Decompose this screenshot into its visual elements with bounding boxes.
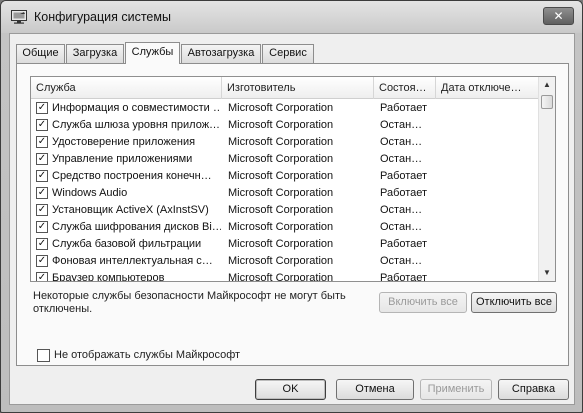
service-checkbox[interactable]: ✓ bbox=[36, 255, 48, 267]
column-header-manufacturer[interactable]: Изготовитель bbox=[222, 77, 374, 99]
service-checkbox[interactable]: ✓ bbox=[36, 272, 48, 281]
manufacturer-cell: Microsoft Corporation bbox=[228, 153, 334, 165]
table-row[interactable]: ✓ Браузер компьютеров Microsoft Corporatio… bbox=[31, 270, 539, 282]
manufacturer-cell: Microsoft Corporation bbox=[228, 221, 334, 233]
service-checkbox[interactable]: ✓ bbox=[36, 238, 48, 250]
service-name-cell: Windows Audio bbox=[52, 187, 128, 199]
service-name-cell: Информация о совместимости … bbox=[52, 102, 221, 114]
services-list[interactable]: Служба Изготовитель Состоя… Дата отключе… bbox=[30, 76, 556, 282]
scrollbar-thumb[interactable] bbox=[541, 95, 553, 109]
service-checkbox[interactable]: ✓ bbox=[36, 136, 48, 148]
hide-microsoft-services-box[interactable] bbox=[37, 349, 50, 362]
cancel-button[interactable]: Отмена bbox=[336, 379, 414, 400]
status-cell: Остан… bbox=[380, 255, 423, 267]
ok-button[interactable]: OK bbox=[255, 379, 326, 400]
table-row[interactable]: ✓ Удостоверение приложения Microsoft Corpo… bbox=[31, 134, 539, 151]
services-list-scrollbar[interactable]: ▲ ▼ bbox=[538, 77, 555, 281]
disable-all-button[interactable]: Отключить все bbox=[471, 292, 557, 313]
table-row[interactable]: ✓ Служба базовой фильтрации Microsoft Corp… bbox=[31, 236, 539, 253]
date-disabled-cell bbox=[442, 202, 537, 219]
manufacturer-cell: Microsoft Corporation bbox=[228, 238, 334, 250]
service-checkbox[interactable]: ✓ bbox=[36, 102, 48, 114]
service-checkbox[interactable]: ✓ bbox=[36, 221, 48, 233]
status-cell: Остан… bbox=[380, 221, 423, 233]
status-cell: Работает bbox=[380, 102, 428, 114]
manufacturer-cell: Microsoft Corporation bbox=[228, 187, 334, 199]
status-cell: Работает bbox=[380, 170, 428, 182]
msconfig-icon bbox=[11, 10, 27, 24]
date-disabled-cell bbox=[442, 134, 537, 151]
manufacturer-cell: Microsoft Corporation bbox=[228, 102, 334, 114]
hide-microsoft-services-label: Не отображать службы Майкрософт bbox=[54, 349, 241, 361]
service-name-cell: Браузер компьютеров bbox=[52, 272, 165, 282]
table-row[interactable]: ✓ Управление приложениями Microsoft Corpor… bbox=[31, 151, 539, 168]
services-list-header: Служба Изготовитель Состоя… Дата отключе… bbox=[31, 77, 539, 99]
date-disabled-cell bbox=[442, 219, 537, 236]
scroll-down-icon[interactable]: ▼ bbox=[539, 265, 555, 281]
date-disabled-cell bbox=[442, 253, 537, 270]
status-cell: Остан… bbox=[380, 119, 423, 131]
close-button[interactable]: ✕ bbox=[543, 7, 574, 25]
tab-services[interactable]: Службы bbox=[125, 42, 180, 64]
status-cell: Работает bbox=[380, 238, 428, 250]
services-tab-panel: Служба Изготовитель Состоя… Дата отключе… bbox=[16, 63, 569, 366]
dialog-client-area: Общие Загрузка Службы Автозагрузка Серви… bbox=[9, 33, 575, 405]
date-disabled-cell bbox=[442, 236, 537, 253]
service-name-cell: Фоновая интеллектуальная с… bbox=[52, 255, 213, 267]
service-name-cell: Служба шифрования дисков Bi… bbox=[52, 221, 221, 233]
manufacturer-cell: Microsoft Corporation bbox=[228, 272, 334, 282]
service-checkbox[interactable]: ✓ bbox=[36, 119, 48, 131]
enable-all-button[interactable]: Включить все bbox=[379, 292, 467, 313]
date-disabled-cell bbox=[442, 100, 537, 117]
table-row[interactable]: ✓ Служба шлюза уровня прилож… Microsoft Co… bbox=[31, 117, 539, 134]
column-header-status[interactable]: Состоя… bbox=[374, 77, 436, 99]
service-checkbox[interactable]: ✓ bbox=[36, 153, 48, 165]
service-checkbox[interactable]: ✓ bbox=[36, 170, 48, 182]
table-row[interactable]: ✓ Служба шифрования дисков Bi… Microsoft C… bbox=[31, 219, 539, 236]
table-row[interactable]: ✓ Информация о совместимости … Microsoft C… bbox=[31, 100, 539, 117]
manufacturer-cell: Microsoft Corporation bbox=[228, 119, 334, 131]
tab-general[interactable]: Общие bbox=[16, 44, 65, 63]
title-bar[interactable]: Конфигурация системы ✕ bbox=[1, 1, 582, 33]
manufacturer-cell: Microsoft Corporation bbox=[228, 136, 334, 148]
column-header-date-disabled[interactable]: Дата отключе… bbox=[436, 77, 539, 99]
service-name-cell: Служба базовой фильтрации bbox=[52, 238, 202, 250]
system-configuration-window: Конфигурация системы ✕ Общие Загрузка Сл… bbox=[0, 0, 583, 413]
service-checkbox[interactable]: ✓ bbox=[36, 204, 48, 216]
tab-startup[interactable]: Автозагрузка bbox=[181, 44, 261, 63]
tab-tools[interactable]: Сервис bbox=[262, 44, 314, 63]
service-name-cell: Удостоверение приложения bbox=[52, 136, 196, 148]
service-checkbox[interactable]: ✓ bbox=[36, 187, 48, 199]
tab-boot[interactable]: Загрузка bbox=[66, 44, 124, 63]
apply-button[interactable]: Применить bbox=[420, 379, 492, 400]
manufacturer-cell: Microsoft Corporation bbox=[228, 204, 334, 216]
service-name-cell: Управление приложениями bbox=[52, 153, 193, 165]
table-row[interactable]: ✓ Установщик ActiveX (AxInstSV) Microsoft … bbox=[31, 202, 539, 219]
status-cell: Работает bbox=[380, 272, 428, 282]
date-disabled-cell bbox=[442, 168, 537, 185]
service-name-cell: Установщик ActiveX (AxInstSV) bbox=[52, 204, 209, 216]
date-disabled-cell bbox=[442, 270, 537, 281]
scroll-up-icon[interactable]: ▲ bbox=[539, 77, 555, 93]
manufacturer-cell: Microsoft Corporation bbox=[228, 255, 334, 267]
close-icon: ✕ bbox=[553, 9, 564, 23]
column-header-service[interactable]: Служба bbox=[31, 77, 222, 99]
date-disabled-cell bbox=[442, 117, 537, 134]
security-services-note: Некоторые службы безопасности Майкрософт… bbox=[33, 290, 346, 315]
table-row[interactable]: ✓ Фоновая интеллектуальная с… Microsoft Co… bbox=[31, 253, 539, 270]
status-cell: Работает bbox=[380, 187, 428, 199]
date-disabled-cell bbox=[442, 151, 537, 168]
status-cell: Остан… bbox=[380, 153, 423, 165]
manufacturer-cell: Microsoft Corporation bbox=[228, 170, 334, 182]
service-name-cell: Служба шлюза уровня прилож… bbox=[52, 119, 221, 131]
service-name-cell: Средство построения конечн… bbox=[52, 170, 212, 182]
table-row[interactable]: ✓ Windows Audio Microsoft Corporation Работ… bbox=[31, 185, 539, 202]
table-row[interactable]: ✓ Средство построения конечн… Microsoft Co… bbox=[31, 168, 539, 185]
status-cell: Остан… bbox=[380, 204, 423, 216]
window-title: Конфигурация системы bbox=[34, 10, 171, 24]
status-cell: Остан… bbox=[380, 136, 423, 148]
help-button[interactable]: Справка bbox=[498, 379, 569, 400]
date-disabled-cell bbox=[442, 185, 537, 202]
